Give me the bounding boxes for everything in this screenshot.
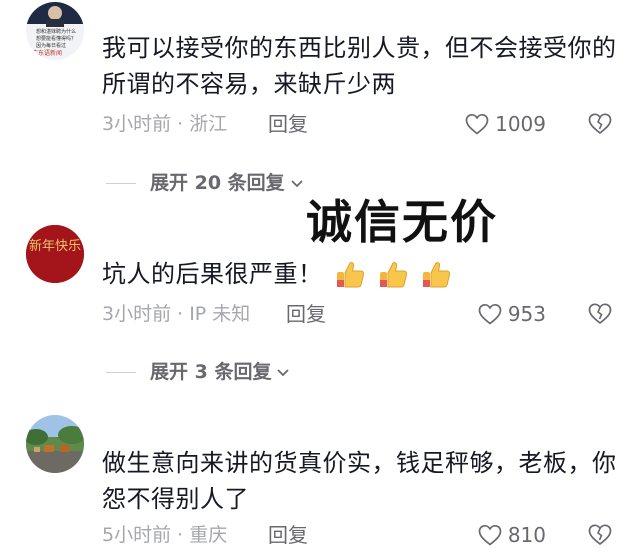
overlay-caption: 诚信无价	[306, 195, 498, 249]
avatar-caption-4: 广东语新闻	[32, 49, 62, 57]
landscape-photo-avatar-icon	[26, 415, 84, 473]
divider-line	[106, 182, 136, 184]
chevron-down-icon	[277, 369, 290, 377]
comment-meta: 3小时前 · 浙江	[102, 113, 228, 135]
like-count: 1009	[495, 112, 546, 136]
chevron-down-icon	[291, 180, 303, 188]
avatar[interactable]: 新年快乐	[26, 225, 84, 283]
like-button[interactable]: 953	[478, 301, 546, 327]
like-count: 953	[507, 302, 546, 326]
reply-button[interactable]: 回复	[268, 522, 308, 548]
thumbs-up-emoji-icon	[336, 262, 364, 288]
comment-text: 坑人的后果很严重！	[102, 256, 622, 292]
broken-heart-icon[interactable]	[588, 523, 612, 547]
like-button[interactable]: 1009	[465, 111, 546, 137]
comment-meta: 5小时前 · 重庆	[102, 524, 228, 546]
reply-button[interactable]: 回复	[286, 301, 326, 327]
thumbs-up-emoji-icon	[422, 262, 451, 288]
heart-icon	[478, 524, 502, 546]
comment-text: 做生意向来讲的货真价实，钱足秤够，老板，你怨不得别人了	[102, 449, 617, 513]
avatar-caption-3: 因为每日看过	[36, 42, 66, 49]
expand-label: 展开 20 条回复	[150, 172, 285, 194]
avatar-calligraphy-text: 新年快乐	[29, 238, 81, 254]
broken-heart-icon[interactable]	[588, 302, 612, 326]
news-poster-avatar-icon: 想和湛妹聘为什么 想要能看懂得吗？ 因为每日看过 广东语新闻	[26, 2, 84, 60]
avatar-caption-2: 想要能看懂得吗？	[36, 35, 76, 42]
avatar[interactable]: 想和湛妹聘为什么 想要能看懂得吗？ 因为每日看过 广东语新闻	[26, 2, 84, 60]
reply-button[interactable]: 回复	[268, 111, 308, 137]
expand-label: 展开 3 条回复	[150, 361, 272, 383]
broken-heart-icon[interactable]	[588, 112, 612, 136]
comment-text: 我可以接受你的东西比别人贵，但不会接受你的所谓的不容易，来缺斤少两	[102, 34, 617, 98]
heart-icon	[478, 303, 502, 325]
like-button[interactable]: 810	[478, 522, 546, 548]
comment-meta: 3小时前 · IP 未知	[102, 303, 251, 325]
calligraphy-avatar-icon: 新年快乐	[26, 225, 84, 283]
divider-line	[106, 371, 136, 373]
avatar[interactable]	[26, 415, 84, 473]
heart-icon	[465, 113, 489, 135]
thumbs-up-emoji-icon	[379, 262, 407, 288]
expand-replies-1[interactable]: 展开 20 条回复	[106, 170, 306, 196]
expand-replies-2[interactable]: 展开 3 条回复	[106, 359, 292, 385]
comment-text-body: 坑人的后果很严重！	[102, 260, 323, 288]
like-count: 810	[507, 523, 546, 547]
avatar-caption-1: 想和湛妹聘为什么	[36, 28, 76, 35]
